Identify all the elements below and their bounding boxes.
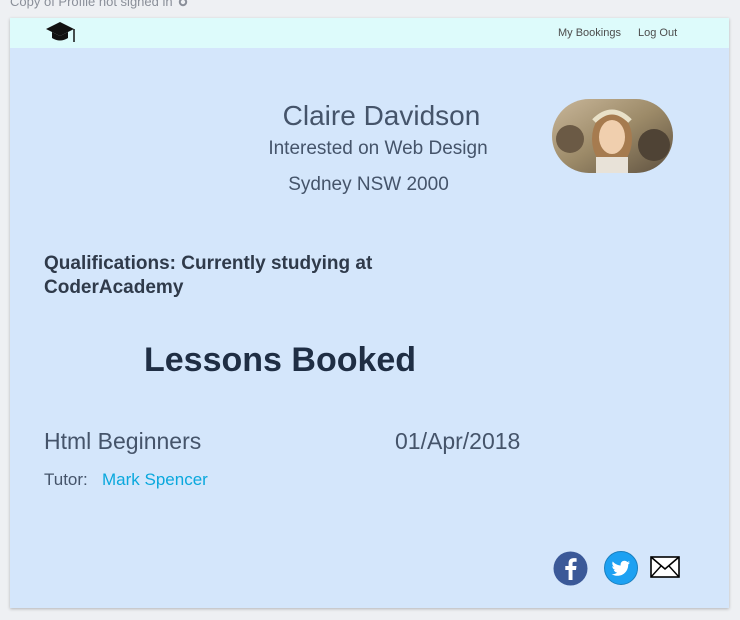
facebook-icon[interactable]	[553, 551, 588, 586]
qualifications-text: Qualifications: Currently studying at Co…	[44, 253, 373, 298]
profile-card: My Bookings Log Out Claire Davidson Inte…	[10, 18, 729, 608]
document-title: Copy of Profile not signed in	[10, 0, 189, 9]
lesson-name: Html Beginners	[44, 428, 202, 454]
top-navbar: My Bookings Log Out	[10, 18, 729, 48]
gear-icon[interactable]	[177, 0, 189, 8]
tutor-name-link[interactable]: Mark Spencer	[102, 470, 208, 490]
mail-icon[interactable]	[650, 555, 680, 579]
log-out-link[interactable]: Log Out	[638, 27, 677, 39]
avatar	[552, 99, 673, 173]
my-bookings-link[interactable]: My Bookings	[558, 27, 621, 39]
lessons-booked-heading: Lessons Booked	[144, 341, 417, 379]
profile-location: Sydney NSW 2000	[288, 174, 449, 195]
twitter-icon[interactable]	[604, 551, 638, 585]
lesson-date: 01/Apr/2018	[395, 428, 521, 454]
tutor-label: Tutor:	[44, 470, 88, 489]
document-title-text: Copy of Profile not signed in	[10, 0, 173, 9]
graduation-cap-logo-icon[interactable]	[43, 20, 77, 46]
